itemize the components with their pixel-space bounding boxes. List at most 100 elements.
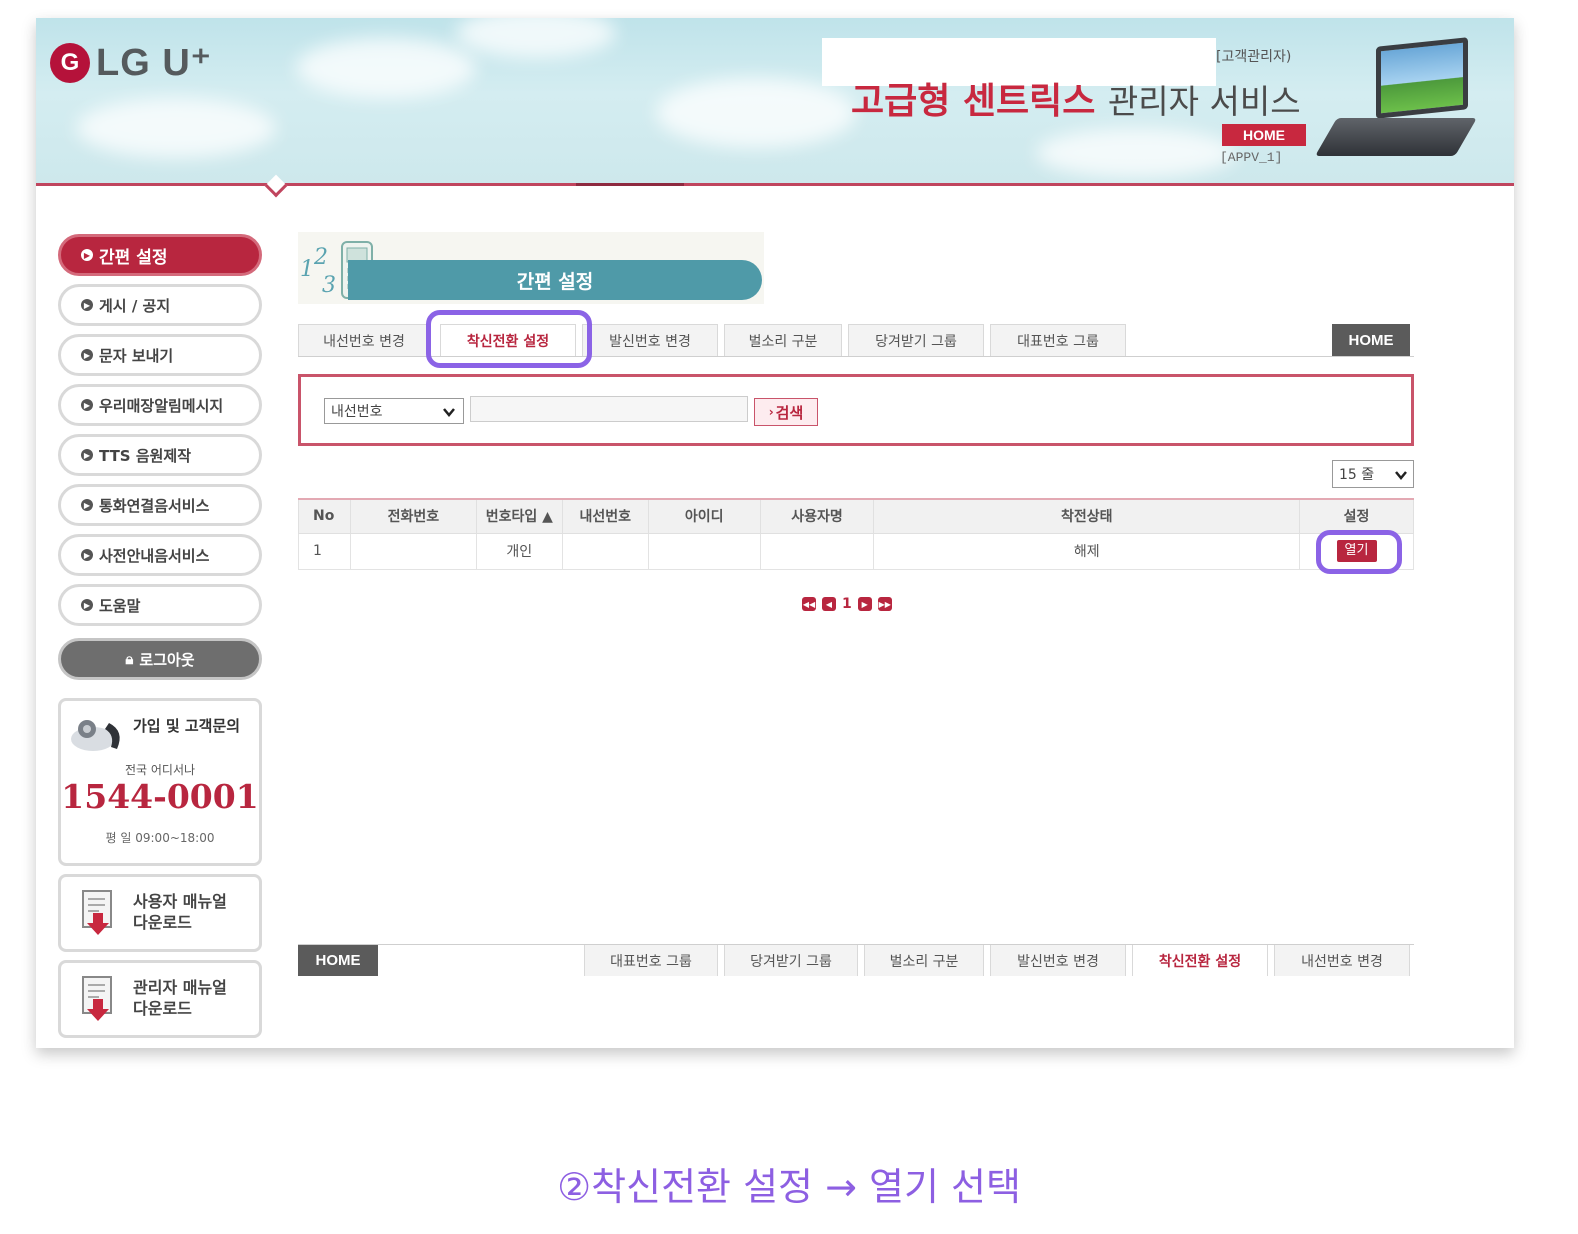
tab-main-number-group[interactable]: 대표번호 그룹 [990,324,1126,356]
col-settings: 설정 [1299,498,1414,534]
tab-caller-id-change[interactable]: 발신번호 변경 [582,324,718,356]
header-home-button[interactable]: HOME [1222,124,1306,146]
service-title: 고급형 센트릭스 관리자 서비스 [851,72,1301,124]
forwarding-table: No 전화번호 번호타입 ▲ 내선번호 아이디 사용자명 착전상태 설정 1 개… [298,498,1414,570]
sidebar-item-board[interactable]: ▶ 게시 / 공지 [58,284,262,326]
lock-icon: 🔒︎ [125,650,134,668]
cell-extension [561,532,649,570]
sidebar-item-label: 사전안내음서비스 [99,546,210,565]
sidebar-item-quick-settings[interactable]: ▶ 간편 설정 [58,234,262,276]
logo-text: LG U⁺ [96,42,212,84]
col-number-type[interactable]: 번호타입 ▲ [475,498,563,534]
sidebar-item-store-alert[interactable]: ▶ 우리매장알림메시지 [58,384,262,426]
tab-ring-type[interactable]: 벌소리 구분 [724,324,842,356]
sidebar-item-label: TTS 음원제작 [99,446,192,465]
admin-manual-label: 관리자 매뉴얼 다운로드 [133,977,227,1019]
admin-manual-download[interactable]: 관리자 매뉴얼 다운로드 [58,960,262,1038]
svg-text:3: 3 [322,273,336,298]
chevron-down-icon [1395,471,1407,480]
arrow-bullet-icon: ▶ [81,249,93,261]
arrow-bullet-icon: ▶ [81,549,93,561]
arrow-bullet-icon: ▶ [81,449,93,461]
first-page-icon[interactable]: ◀◀ [802,597,816,611]
cell-status: 해제 [873,532,1301,570]
search-field-select[interactable]: 내선번호 [324,398,464,424]
search-input[interactable] [470,396,748,422]
bottom-tab-pickup-group[interactable]: 당겨받기 그룹 [724,944,858,976]
open-button[interactable]: 열기 [1336,540,1377,562]
arrow-bullet-icon: ▶ [81,299,93,311]
sidebar-item-sms[interactable]: ▶ 문자 보내기 [58,334,262,376]
server-code: [APPV_1] [1220,150,1283,165]
instruction-caption: ②착신전환 설정 → 열기 선택 [557,1165,1021,1209]
bottom-tab-ring-type[interactable]: 벌소리 구분 [864,944,984,976]
logout-button[interactable]: 🔒︎ 로그아웃 [58,638,262,680]
bottom-tab-extension-change[interactable]: 내선번호 변경 [1274,944,1410,976]
sidebar-item-label: 도움말 [99,596,141,615]
bottom-home-button[interactable]: HOME [298,944,378,976]
header-divider-accent [576,183,684,186]
sidebar-item-label: 통화연결음서비스 [99,496,210,515]
bottom-tab-call-forward-settings[interactable]: 착신전환 설정 [1132,944,1268,976]
page-title: 간편 설정 [348,260,762,300]
admin-manual-line1: 관리자 매뉴얼 [133,978,227,997]
tab-home-button[interactable]: HOME [1332,324,1410,356]
search-button[interactable]: › 검색 [754,398,818,426]
arrow-bullet-icon: ▶ [81,399,93,411]
cell-no: 1 [298,532,351,570]
page-size-select[interactable]: 15 줄 [1332,460,1414,488]
col-no: No [298,498,351,534]
tab-pickup-group[interactable]: 당겨받기 그룹 [848,324,984,356]
header-banner: G LG U⁺ [고객관리자) 고급형 센트릭스 관리자 서비스 HOME [A… [36,18,1514,186]
sidebar-item-tts[interactable]: ▶ TTS 음원제작 [58,434,262,476]
table-row: 1 개인 해제 열기 [298,532,1414,570]
page-size-value: 15 줄 [1339,467,1375,483]
cell-action: 열기 [1299,532,1414,570]
tab-call-forward-settings[interactable]: 착신전환 설정 [440,324,576,356]
bottom-divider [298,944,1414,945]
download-document-icon [82,976,112,1021]
user-manual-label: 사용자 매뉴얼 다운로드 [133,891,227,933]
lg-logo-icon: G [50,42,90,83]
chevron-down-icon [443,408,455,417]
sidebar-item-help[interactable]: ▶ 도움말 [58,584,262,626]
download-document-icon [82,890,112,935]
laptop-icon [1315,36,1486,176]
sidebar-item-label: 우리매장알림메시지 [99,396,224,415]
user-manual-line1: 사용자 매뉴얼 [133,892,227,911]
phone-icon [71,720,120,751]
col-extension[interactable]: 내선번호 [561,498,649,534]
contact-box: 가입 및 고객문의 전국 어디서나 1544-0001 평 일 09:00~18… [58,698,262,866]
cell-phone [349,532,477,570]
col-user-name[interactable]: 사용자명 [759,498,875,534]
arrow-bullet-icon: ▶ [81,349,93,361]
sidebar-item-label: 문자 보내기 [99,346,174,365]
search-field-value: 내선번호 [331,404,383,420]
sidebar-item-call-connect[interactable]: ▶ 통화연결음서비스 [58,484,262,526]
cell-type: 개인 [475,532,563,570]
prev-page-icon[interactable]: ◀ [822,597,836,611]
user-manual-download[interactable]: 사용자 매뉴얼 다운로드 [58,874,262,952]
svg-text:2: 2 [313,245,328,270]
next-page-icon[interactable]: ▶ [857,597,872,611]
header-divider [36,183,1514,186]
col-phone[interactable]: 전화번호 [349,498,477,534]
col-forward-status[interactable]: 착전상태 [873,498,1301,534]
bottom-tab-caller-id-change[interactable]: 발신번호 변경 [990,944,1126,976]
sidebar-item-label: 간편 설정 [99,247,168,268]
search-button-label: 검색 [775,403,804,422]
service-title-rest: 관리자 서비스 [1107,82,1301,121]
bottom-tab-main-number-group[interactable]: 대표번호 그룹 [584,944,718,976]
lg-uplus-logo[interactable]: G LG U⁺ [50,40,212,85]
current-page[interactable]: 1 [842,596,852,612]
table-header-row: No 전화번호 번호타입 ▲ 내선번호 아이디 사용자명 착전상태 설정 [298,498,1414,534]
svg-text:1: 1 [300,257,314,282]
sidebar-item-pre-guide[interactable]: ▶ 사전안내음서비스 [58,534,262,576]
last-page-icon[interactable]: ▶▶ [877,597,892,611]
col-user-id[interactable]: 아이디 [647,498,761,534]
contact-hours: 평 일 09:00~18:00 [105,831,215,845]
tab-extension-change[interactable]: 내선번호 변경 [298,324,430,356]
search-panel [298,374,1414,446]
cell-user-id [647,532,761,570]
admin-manual-line2: 다운로드 [133,999,192,1018]
